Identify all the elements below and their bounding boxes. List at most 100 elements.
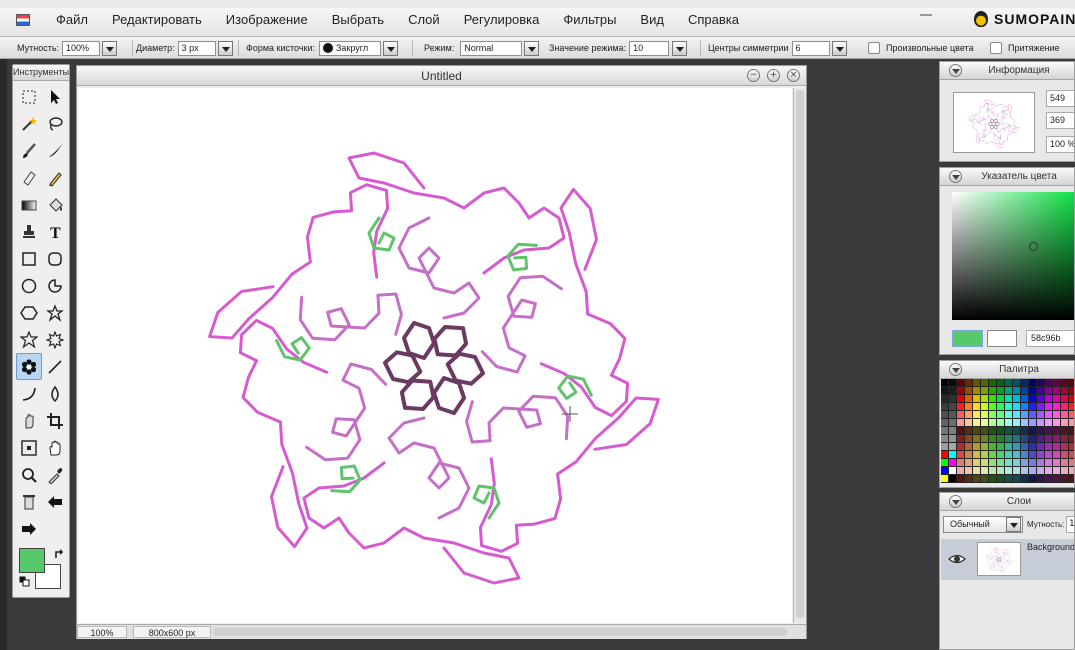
palette-swatch[interactable]	[997, 443, 1005, 451]
eyedropper-icon[interactable]	[42, 461, 68, 488]
crop-icon[interactable]	[42, 407, 68, 434]
palette-swatch[interactable]	[973, 435, 981, 443]
palette-swatch[interactable]	[941, 451, 949, 459]
palette-swatch[interactable]	[1013, 475, 1021, 483]
palette-swatch[interactable]	[1005, 427, 1013, 435]
palette-swatch[interactable]	[997, 427, 1005, 435]
palette-swatch[interactable]	[1069, 459, 1074, 467]
palette-swatch[interactable]	[965, 427, 973, 435]
palette-swatch[interactable]	[957, 395, 965, 403]
palette-swatch[interactable]	[1029, 403, 1037, 411]
arrow-left-icon[interactable]	[42, 488, 68, 515]
palette-swatch[interactable]	[981, 443, 989, 451]
palette-swatch[interactable]	[1037, 475, 1045, 483]
lasso-icon[interactable]	[42, 110, 68, 137]
palette-swatch[interactable]	[965, 387, 973, 395]
menu-item-2[interactable]: Изображение	[226, 12, 308, 27]
hand-icon[interactable]	[42, 434, 68, 461]
palette-swatch-grid[interactable]	[941, 379, 1074, 483]
palette-swatch[interactable]	[1037, 395, 1045, 403]
brush-shape-select[interactable]: Закругл	[319, 40, 381, 56]
palette-swatch[interactable]	[1061, 427, 1069, 435]
palette-swatch[interactable]	[1053, 379, 1061, 387]
palette-swatch[interactable]	[1045, 443, 1053, 451]
menu-item-8[interactable]: Справка	[688, 12, 739, 27]
palette-swatch[interactable]	[949, 451, 957, 459]
palette-swatch[interactable]	[1005, 475, 1013, 483]
magnifier-icon[interactable]	[16, 461, 42, 488]
menu-item-5[interactable]: Регулировка	[464, 12, 540, 27]
palette-swatch[interactable]	[973, 427, 981, 435]
palette-swatch[interactable]	[1061, 403, 1069, 411]
palette-swatch[interactable]	[981, 467, 989, 475]
palette-swatch[interactable]	[957, 403, 965, 411]
palette-swatch[interactable]	[1069, 443, 1074, 451]
mode-value-dropdown-button[interactable]	[672, 40, 688, 56]
palette-swatch[interactable]	[941, 443, 949, 451]
palette-swatch[interactable]	[941, 403, 949, 411]
menu-item-0[interactable]: Файл	[56, 12, 88, 27]
palette-swatch[interactable]	[981, 411, 989, 419]
palette-swatch[interactable]	[957, 427, 965, 435]
palette-swatch[interactable]	[973, 451, 981, 459]
palette-swatch[interactable]	[981, 387, 989, 395]
palette-swatch[interactable]	[989, 443, 997, 451]
palette-swatch[interactable]	[965, 443, 973, 451]
palette-swatch[interactable]	[1061, 379, 1069, 387]
opacity-input[interactable]: 100%	[62, 40, 101, 56]
fill-bucket-icon[interactable]	[42, 191, 68, 218]
palette-swatch[interactable]	[989, 435, 997, 443]
swap-colors-icon[interactable]	[53, 548, 65, 560]
palette-swatch[interactable]	[949, 475, 957, 483]
palette-swatch[interactable]	[941, 395, 949, 403]
palette-swatch[interactable]	[941, 435, 949, 443]
palette-swatch[interactable]	[1053, 411, 1061, 419]
opacity-dropdown-button[interactable]	[102, 40, 118, 56]
palette-swatch[interactable]	[989, 395, 997, 403]
symmetry-stepper[interactable]	[831, 40, 847, 56]
palette-swatch[interactable]	[973, 443, 981, 451]
palette-swatch[interactable]	[1005, 459, 1013, 467]
palette-swatch[interactable]	[1061, 411, 1069, 419]
palette-swatch[interactable]	[1005, 411, 1013, 419]
flower-symmetry-icon[interactable]	[16, 353, 42, 380]
palette-swatch[interactable]	[1069, 379, 1074, 387]
smudge-icon[interactable]	[16, 407, 42, 434]
palette-swatch[interactable]	[989, 387, 997, 395]
palette-swatch[interactable]	[997, 435, 1005, 443]
palette-swatch[interactable]	[965, 411, 973, 419]
palette-swatch[interactable]	[997, 379, 1005, 387]
palette-swatch[interactable]	[1021, 451, 1029, 459]
menu-item-3[interactable]: Выбрать	[332, 12, 384, 27]
palette-swatch[interactable]	[1045, 403, 1053, 411]
rectangle-icon[interactable]	[16, 245, 42, 272]
palette-swatch[interactable]	[973, 395, 981, 403]
diameter-input[interactable]: 3 px	[177, 40, 216, 56]
palette-swatch[interactable]	[1013, 403, 1021, 411]
palette-swatch[interactable]	[1045, 467, 1053, 475]
palette-swatch[interactable]	[1021, 427, 1029, 435]
line-icon[interactable]	[42, 353, 68, 380]
palette-swatch[interactable]	[1013, 387, 1021, 395]
palette-swatch[interactable]	[997, 419, 1005, 427]
palette-swatch[interactable]	[973, 411, 981, 419]
palette-swatch[interactable]	[989, 427, 997, 435]
palette-swatch[interactable]	[997, 387, 1005, 395]
move-arrow-icon[interactable]	[42, 83, 68, 110]
palette-swatch[interactable]	[989, 403, 997, 411]
palette-swatch[interactable]	[1021, 443, 1029, 451]
vertical-scrollbar[interactable]	[793, 88, 806, 623]
palette-swatch[interactable]	[1013, 411, 1021, 419]
gradient-icon[interactable]	[16, 191, 42, 218]
palette-swatch[interactable]	[997, 467, 1005, 475]
palette-swatch[interactable]	[949, 419, 957, 427]
palette-swatch[interactable]	[973, 387, 981, 395]
menu-item-4[interactable]: Слой	[408, 12, 440, 27]
palette-swatch[interactable]	[1005, 387, 1013, 395]
palette-swatch[interactable]	[949, 467, 957, 475]
mode-value-input[interactable]: 10	[629, 40, 670, 56]
palette-swatch[interactable]	[1037, 419, 1045, 427]
snap-checkbox[interactable]	[990, 42, 1002, 54]
palette-swatch[interactable]	[981, 435, 989, 443]
palette-swatch[interactable]	[965, 403, 973, 411]
